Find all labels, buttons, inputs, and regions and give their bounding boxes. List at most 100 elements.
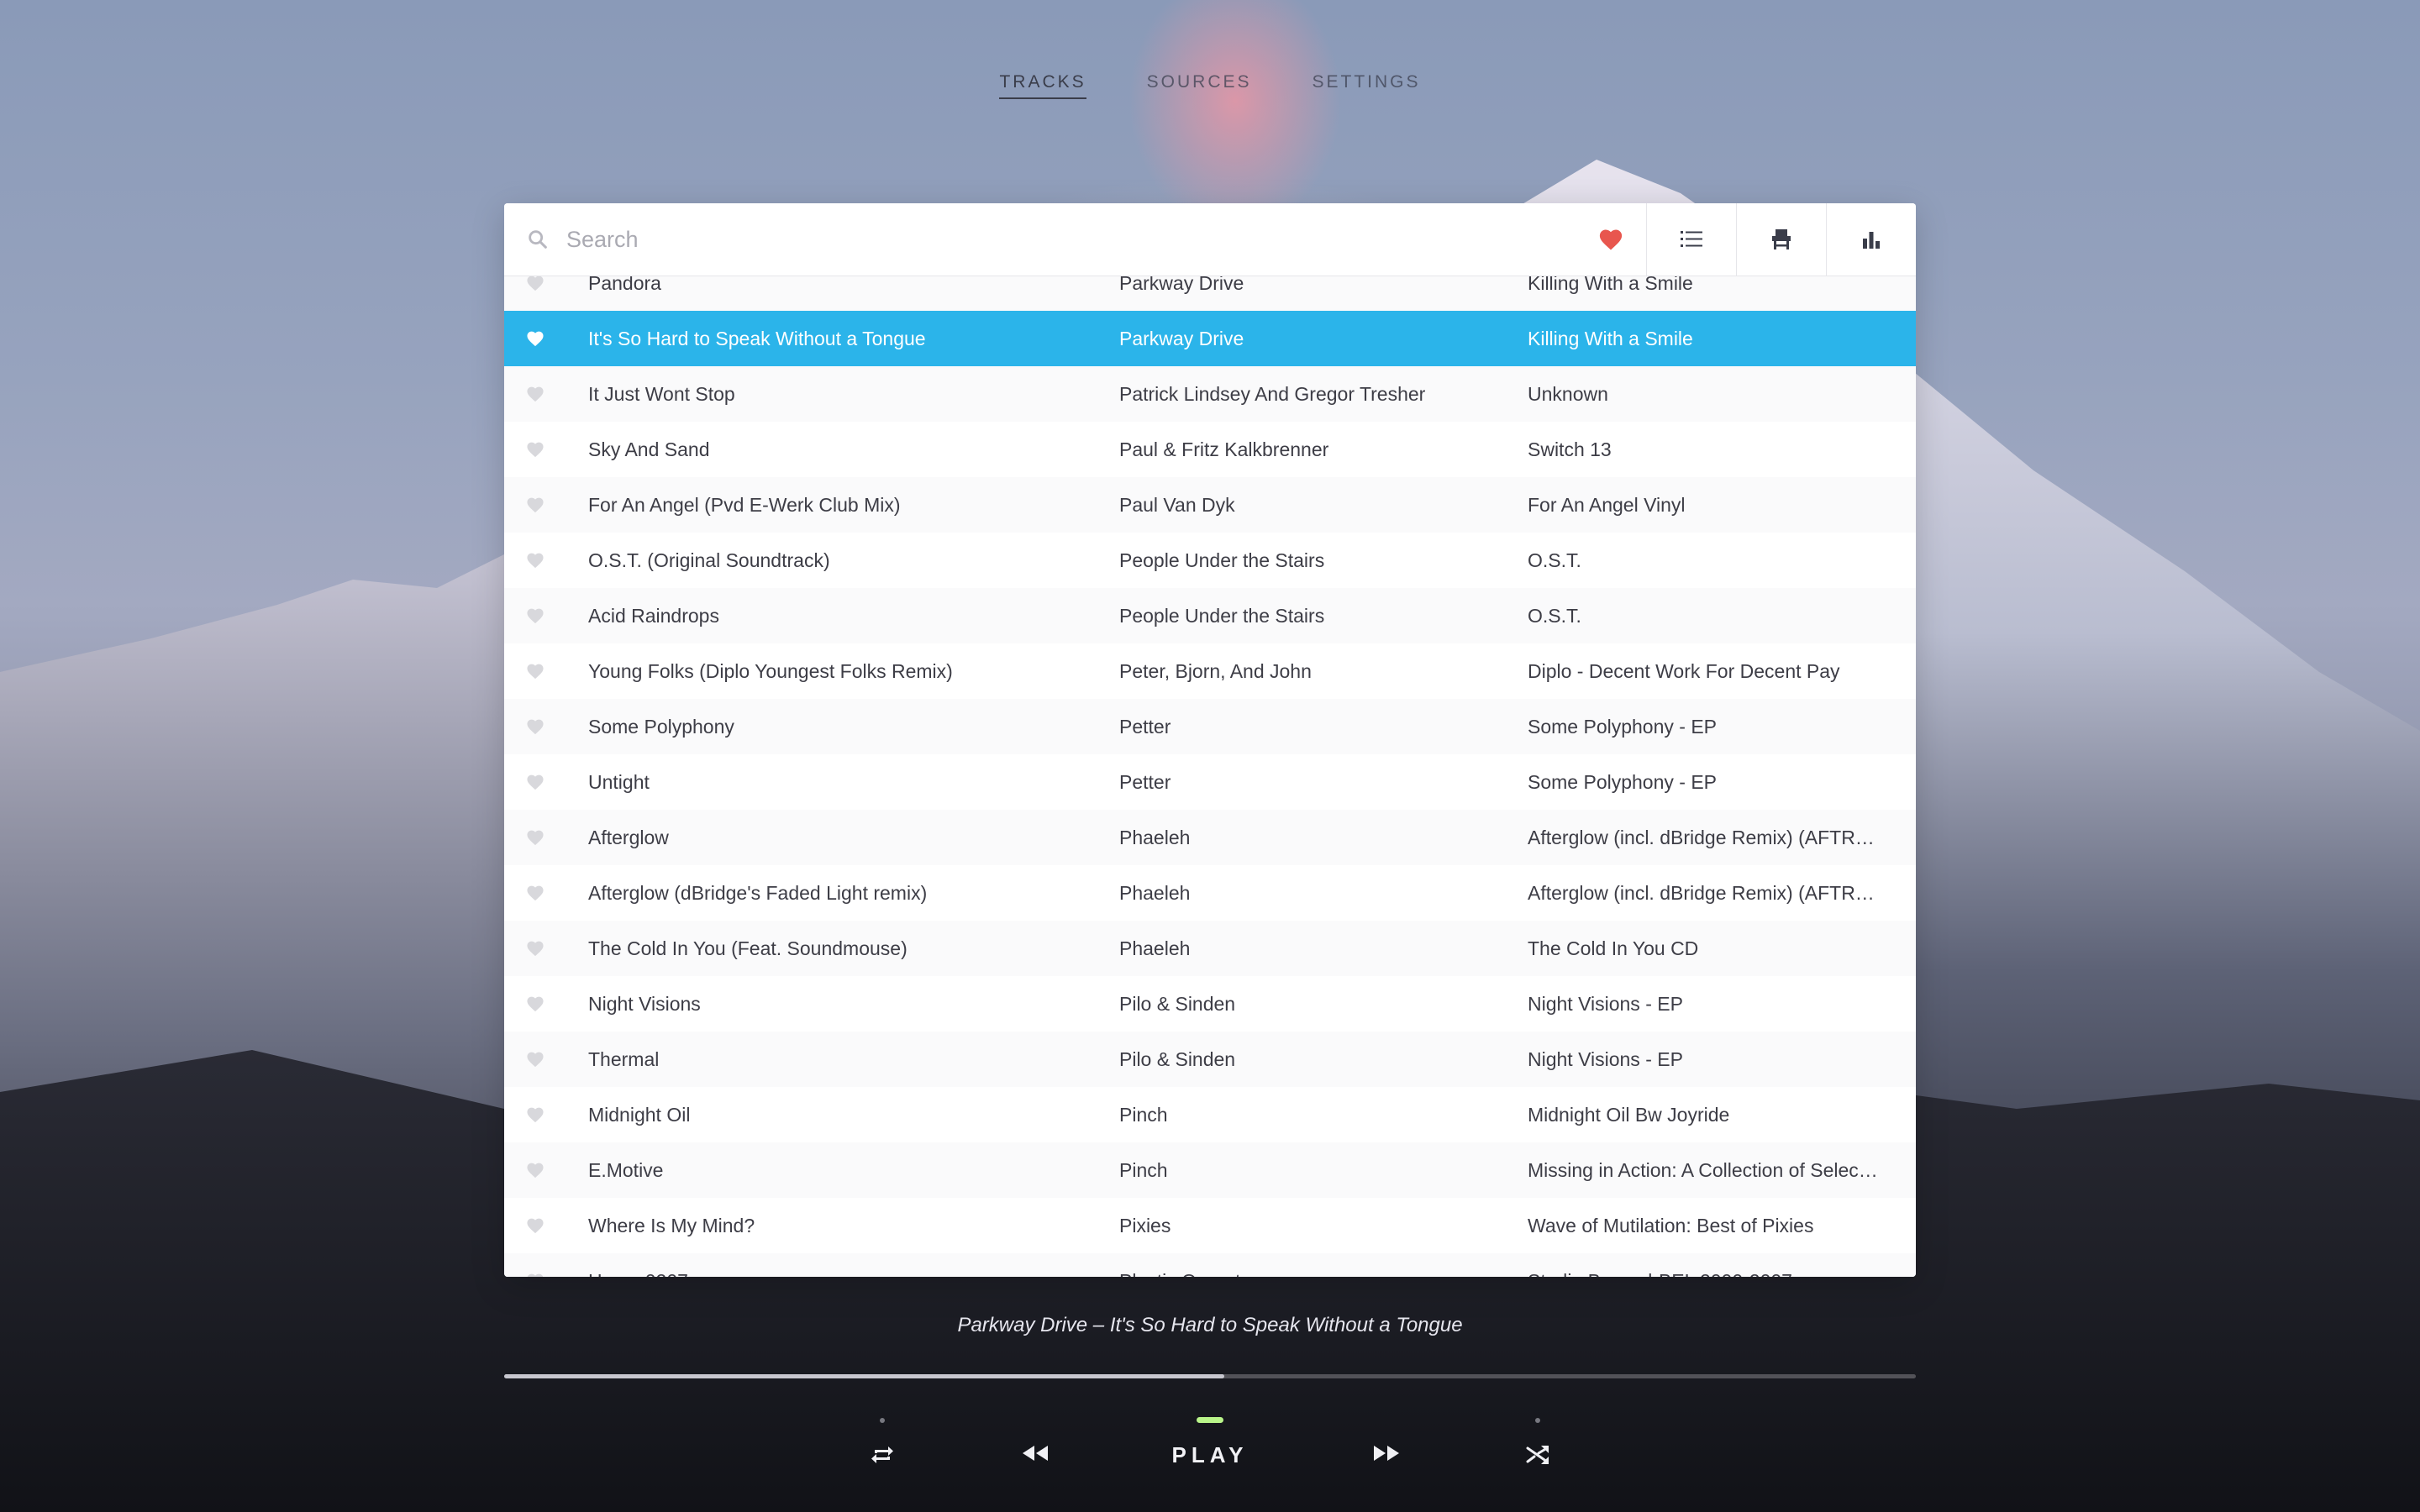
track-title: E.Motive <box>588 1158 664 1181</box>
track-artist: People Under the Stairs <box>1119 549 1325 571</box>
track-row[interactable]: Night Visions Pilo & Sinden Night Visions … <box>504 976 1916 1032</box>
track-row[interactable]: Midnight Oil Pinch Midnight Oil Bw Joyride <box>504 1087 1916 1142</box>
track-title: Acid Raindrops <box>588 604 719 627</box>
heart-icon[interactable] <box>526 1106 544 1123</box>
track-row[interactable]: Afterglow Phaeleh Afterglow (incl. dBridge… <box>504 810 1916 865</box>
track-artist: Pilo & Sinden <box>1119 992 1236 1015</box>
next-icon <box>1374 1446 1399 1461</box>
track-album: The Cold In You CD <box>1528 937 1699 959</box>
track-title: Untight <box>588 770 650 793</box>
now-playing-text: Parkway Drive – It's So Hard to Speak Wi… <box>957 1314 1463 1336</box>
heart-icon[interactable] <box>526 718 544 735</box>
track-row[interactable]: Home 0207 Plastic Operator Studio Brussel-… <box>504 1253 1916 1277</box>
track-title: O.S.T. (Original Soundtrack) <box>588 549 830 571</box>
track-row[interactable]: It Just Wont Stop Patrick Lindsey And Gre… <box>504 366 1916 422</box>
heart-icon[interactable] <box>526 275 544 291</box>
track-title: Midnight Oil <box>588 1103 691 1126</box>
heart-icon[interactable] <box>526 607 544 624</box>
track-row[interactable]: Untight Petter Some Polyphony - EP <box>504 754 1916 810</box>
play-label: PLAY <box>1171 1442 1249 1467</box>
heart-icon[interactable] <box>526 1051 544 1068</box>
track-row[interactable]: Sky And Sand Paul & Fritz Kalkbrenner Swit… <box>504 422 1916 477</box>
heart-icon[interactable] <box>526 552 544 569</box>
shuffle-icon <box>1526 1446 1549 1464</box>
track-title: For An Angel (Pvd E-Werk Club Mix) <box>588 493 901 516</box>
heart-icon[interactable] <box>526 829 544 846</box>
search-icon <box>529 230 547 249</box>
search-input[interactable] <box>565 225 1576 254</box>
track-album: Afterglow (incl. dBridge Remix) (AFTR… <box>1528 881 1875 904</box>
track-artist: Pinch <box>1119 1103 1168 1126</box>
artist-icon <box>1772 229 1791 249</box>
heart-icon[interactable] <box>526 441 544 458</box>
track-album: Unknown <box>1528 382 1608 405</box>
track-album: Killing With a Smile <box>1528 327 1693 349</box>
previous-icon <box>1023 1446 1048 1461</box>
playlist-icon <box>1681 231 1702 247</box>
shuffle-button[interactable] <box>1523 1413 1553 1497</box>
track-row[interactable]: Acid Raindrops People Under the Stairs O.S… <box>504 588 1916 643</box>
track-title: Night Visions <box>588 992 701 1015</box>
track-artist: Paul & Fritz Kalkbrenner <box>1119 438 1329 460</box>
track-row[interactable]: Afterglow (dBridge's Faded Light remix) P… <box>504 865 1916 921</box>
track-title: The Cold In You (Feat. Soundmouse) <box>588 937 908 959</box>
heart-icon[interactable] <box>526 496 544 513</box>
heart-icon[interactable] <box>526 663 544 680</box>
shuffle-indicator <box>1535 1418 1540 1423</box>
track-row[interactable]: Young Folks (Diplo Youngest Folks Remix)… <box>504 643 1916 699</box>
tab-sources[interactable]: SOURCES <box>1147 72 1252 99</box>
track-album: O.S.T. <box>1528 604 1581 627</box>
heart-icon[interactable] <box>526 995 544 1012</box>
track-title: Afterglow (dBridge's Faded Light remix) <box>588 881 928 904</box>
track-album: Night Visions - EP <box>1528 1047 1683 1070</box>
heart-icon[interactable] <box>526 330 544 347</box>
track-album: Midnight Oil Bw Joyride <box>1528 1103 1730 1126</box>
track-album: Diplo - Decent Work For Decent Pay <box>1528 659 1840 682</box>
heart-icon[interactable] <box>526 885 544 901</box>
heart-icon[interactable] <box>526 386 544 402</box>
tab-tracks[interactable]: TRACKS <box>999 72 1086 99</box>
play-button[interactable]: PLAY <box>1160 1413 1260 1497</box>
heart-icon[interactable] <box>526 774 544 790</box>
favorites-filter-button[interactable] <box>1576 203 1646 276</box>
track-album: O.S.T. <box>1528 549 1581 571</box>
repeat-icon <box>871 1446 893 1463</box>
track-artist: Phaeleh <box>1119 937 1191 959</box>
track-title: It Just Wont Stop <box>588 382 735 405</box>
track-album: Some Polyphony - EP <box>1528 770 1718 793</box>
track-row[interactable]: Some Polyphony Petter Some Polyphony - EP <box>504 699 1916 754</box>
track-row[interactable]: The Cold In You (Feat. Soundmouse) Phaele… <box>504 921 1916 976</box>
track-album: Some Polyphony - EP <box>1528 715 1718 738</box>
track-artist: Pixies <box>1119 1214 1171 1236</box>
top-nav: TRACKS SOURCES SETTINGS <box>0 72 2420 99</box>
track-row[interactable]: For An Angel (Pvd E-Werk Club Mix) Paul V… <box>504 477 1916 533</box>
heart-icon[interactable] <box>526 1162 544 1179</box>
track-album: Night Visions - EP <box>1528 992 1683 1015</box>
playlist-button[interactable] <box>1646 203 1736 276</box>
track-title: Some Polyphony <box>588 715 734 738</box>
progress-bar[interactable] <box>504 1374 1916 1378</box>
artists-button[interactable] <box>1736 203 1826 276</box>
track-row[interactable]: E.Motive Pinch Missing in Action: A Collec… <box>504 1142 1916 1198</box>
heart-icon[interactable] <box>526 1273 544 1277</box>
track-title: Thermal <box>588 1047 660 1070</box>
play-indicator <box>1197 1417 1223 1423</box>
track-artist: Patrick Lindsey And Gregor Tresher <box>1119 382 1426 405</box>
track-row[interactable]: Thermal Pilo & Sinden Night Visions - EP <box>504 1032 1916 1087</box>
chart-icon <box>1863 232 1880 249</box>
track-row[interactable]: O.S.T. (Original Soundtrack) People Under… <box>504 533 1916 588</box>
next-button[interactable] <box>1370 1413 1403 1497</box>
heart-icon[interactable] <box>526 940 544 957</box>
heart-icon[interactable] <box>526 1217 544 1234</box>
track-row[interactable]: It's So Hard to Speak Without a Tongue Pa… <box>504 311 1916 366</box>
track-row[interactable]: Where Is My Mind? Pixies Wave of Mutilatio… <box>504 1198 1916 1253</box>
previous-button[interactable] <box>1018 1413 1052 1497</box>
track-list: Pandora Parkway Drive Killing With a Smile… <box>504 255 1916 1277</box>
search-box <box>504 203 1576 276</box>
track-title: Afterglow <box>588 826 669 848</box>
stats-button[interactable] <box>1826 203 1916 276</box>
repeat-button[interactable] <box>867 1413 897 1497</box>
tab-settings[interactable]: SETTINGS <box>1313 72 1421 99</box>
player-controls: PLAY <box>0 1413 2420 1497</box>
track-album: Wave of Mutilation: Best of Pixies <box>1528 1214 1814 1236</box>
